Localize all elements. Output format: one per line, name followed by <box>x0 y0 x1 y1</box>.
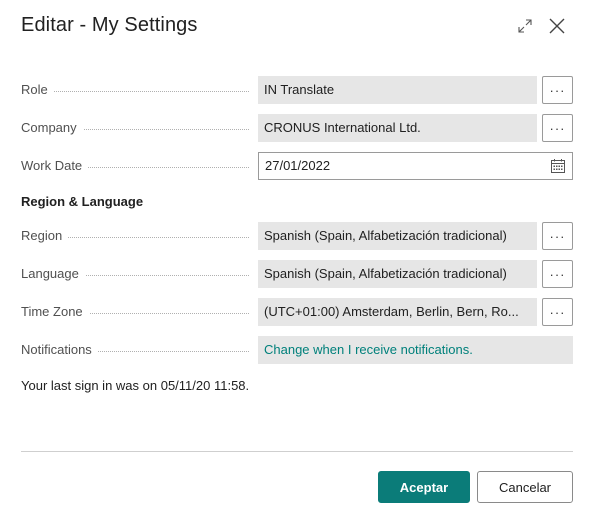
region-field[interactable]: Spanish (Spain, Alfabetización tradicion… <box>258 222 537 250</box>
notifications-label: Notifications <box>21 336 98 364</box>
language-row: Language Spanish (Spain, Alfabetización … <box>21 260 573 288</box>
time-zone-row: Time Zone (UTC+01:00) Amsterdam, Berlin,… <box>21 298 573 326</box>
cancel-button[interactable]: Cancelar <box>477 471 573 503</box>
role-lookup-button[interactable]: ··· <box>542 76 573 104</box>
expand-icon <box>518 19 532 33</box>
region-row: Region Spanish (Spain, Alfabetización tr… <box>21 222 573 250</box>
company-lookup-button[interactable]: ··· <box>542 114 573 142</box>
language-label: Language <box>21 260 85 288</box>
role-row: Role IN Translate ··· <box>21 76 573 104</box>
close-icon <box>549 18 565 34</box>
label-leader-dots <box>21 91 249 92</box>
settings-dialog: Editar - My Settings Role IN Translate ·… <box>0 0 592 524</box>
calendar-icon[interactable] <box>551 159 565 173</box>
role-label: Role <box>21 76 54 104</box>
footer-divider <box>21 451 573 452</box>
company-label: Company <box>21 114 83 142</box>
time-zone-label: Time Zone <box>21 298 89 326</box>
notifications-link[interactable]: Change when I receive notifications. <box>258 336 573 364</box>
notifications-row: Notifications Change when I receive noti… <box>21 336 573 364</box>
close-button[interactable] <box>545 14 569 38</box>
time-zone-lookup-button[interactable]: ··· <box>542 298 573 326</box>
company-row: Company CRONUS International Ltd. ··· <box>21 114 573 142</box>
work-date-value: 27/01/2022 <box>265 158 331 173</box>
language-lookup-button[interactable]: ··· <box>542 260 573 288</box>
time-zone-field[interactable]: (UTC+01:00) Amsterdam, Berlin, Bern, Ro.… <box>258 298 537 326</box>
accept-button[interactable]: Aceptar <box>378 471 470 503</box>
dialog-title: Editar - My Settings <box>21 14 198 36</box>
role-field[interactable]: IN Translate <box>258 76 537 104</box>
region-label: Region <box>21 222 69 250</box>
last-sign-in-text: Your last sign in was on 05/11/20 11:58. <box>21 378 250 393</box>
work-date-label: Work Date <box>21 152 89 180</box>
work-date-row: Work Date 27/01/2022 <box>21 152 573 180</box>
region-lookup-button[interactable]: ··· <box>542 222 573 250</box>
language-field[interactable]: Spanish (Spain, Alfabetización tradicion… <box>258 260 537 288</box>
company-field[interactable]: CRONUS International Ltd. <box>258 114 537 142</box>
work-date-input[interactable]: 27/01/2022 <box>258 152 573 180</box>
section-title-region-language: Region & Language <box>21 194 144 209</box>
expand-button[interactable] <box>513 14 537 38</box>
